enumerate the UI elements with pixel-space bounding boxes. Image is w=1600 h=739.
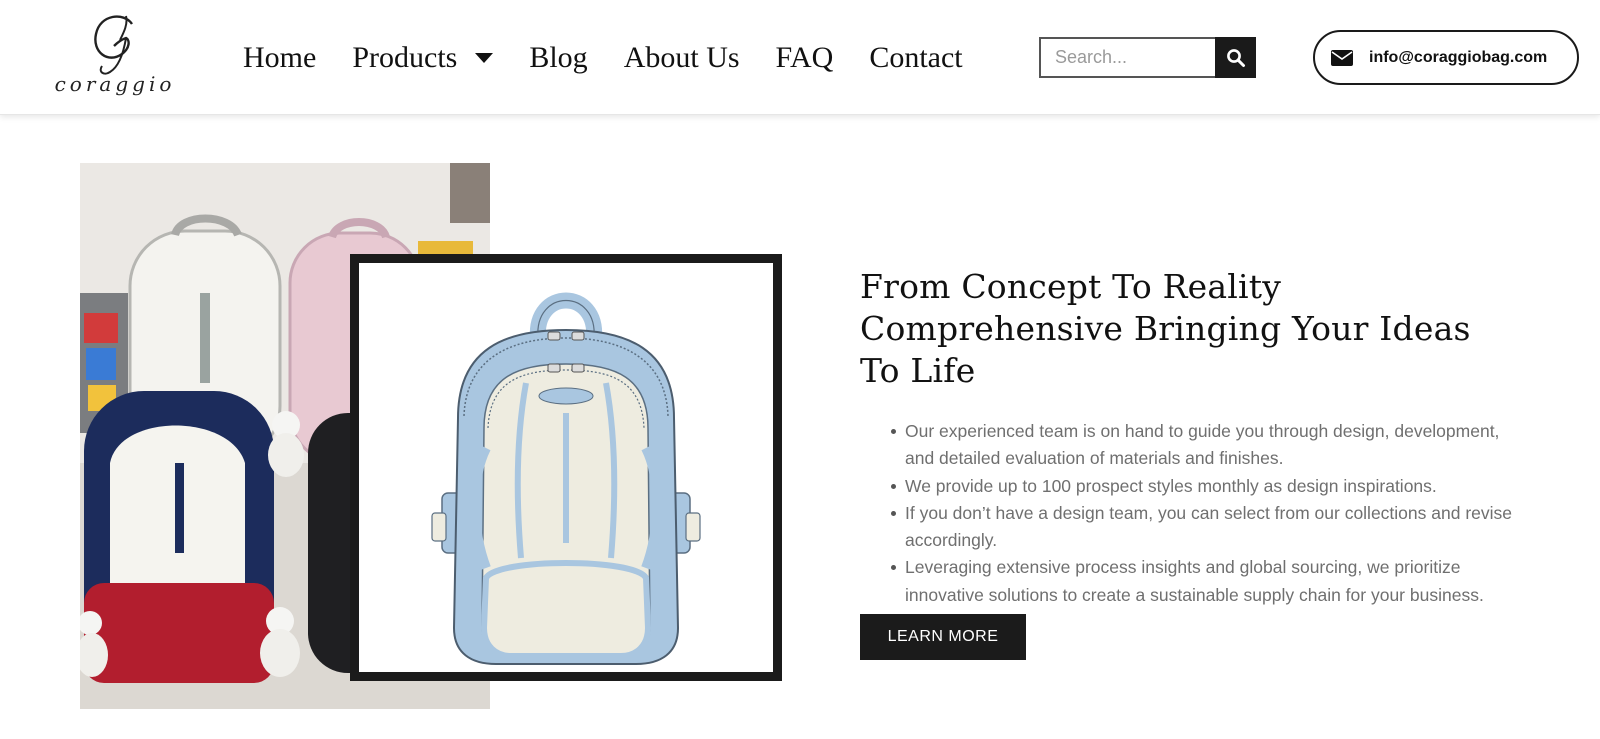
nav-products-label: Products <box>352 41 458 74</box>
nav-blog-label: Blog <box>529 41 588 74</box>
feature-item: If you don’t have a design team, you can… <box>891 500 1520 555</box>
nav-home[interactable]: Home <box>243 41 316 75</box>
nav-about-us[interactable]: About Us <box>624 41 740 75</box>
search-input[interactable] <box>1039 37 1215 78</box>
design-sketch <box>359 263 773 672</box>
search-button[interactable] <box>1215 37 1256 78</box>
search-box <box>1039 37 1256 78</box>
search-icon <box>1226 48 1245 67</box>
main-nav: Home Products Blog About Us FAQ Contact <box>243 38 963 78</box>
nav-faq-label: FAQ <box>775 41 834 74</box>
learn-more-button[interactable]: LEARN MORE <box>860 614 1026 660</box>
feature-item: We provide up to 100 prospect styles mon… <box>891 473 1520 500</box>
feature-item: Our experienced team is on hand to guide… <box>891 418 1520 473</box>
site-header: coraggio Home Products Blog About Us FAQ… <box>0 0 1600 115</box>
logo[interactable]: coraggio <box>40 0 190 113</box>
nav-faq[interactable]: FAQ <box>776 41 834 75</box>
chevron-down-icon[interactable] <box>475 53 494 63</box>
nav-contact-label: Contact <box>869 41 963 74</box>
logo-wordmark: coraggio <box>54 72 176 96</box>
email-contact-button[interactable]: info@coraggiobag.com <box>1313 30 1579 85</box>
nav-products[interactable]: Products <box>352 41 494 75</box>
email-address: info@coraggiobag.com <box>1369 48 1548 66</box>
nav-contact[interactable]: Contact <box>869 41 962 75</box>
envelope-icon <box>1331 49 1353 66</box>
logo-monogram <box>94 15 133 75</box>
nav-blog[interactable]: Blog <box>529 41 587 75</box>
hero-headline: From Concept To Reality Comprehensive Br… <box>860 267 1471 390</box>
nav-about-label: About Us <box>623 41 740 74</box>
feature-item: Leveraging extensive process insights an… <box>891 554 1520 609</box>
backpack-sketch-illustration <box>431 292 701 665</box>
feature-list: Our experienced team is on hand to guide… <box>860 418 1520 609</box>
design-sketch-frame <box>350 254 782 681</box>
nav-home-label: Home <box>243 41 317 74</box>
hero-content: From Concept To Reality Comprehensive Br… <box>860 266 1520 609</box>
